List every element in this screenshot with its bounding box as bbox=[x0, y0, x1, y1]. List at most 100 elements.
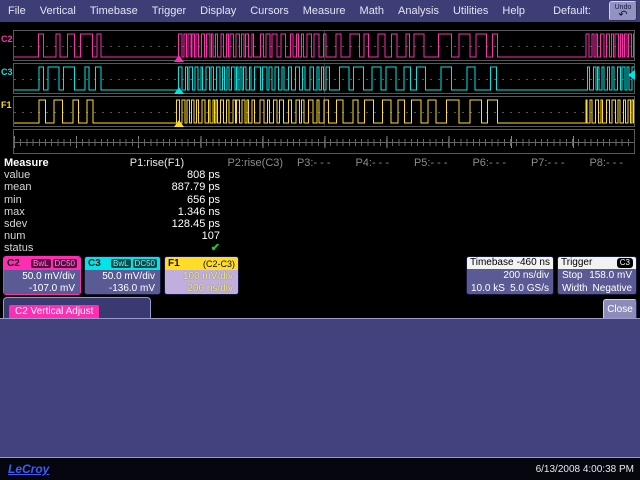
menu-math[interactable]: Math bbox=[360, 5, 384, 17]
c3-descriptor-box[interactable]: C3 BwL DC50 50.0 mV/div -136.0 mV bbox=[84, 256, 161, 295]
grid-c3 bbox=[13, 63, 635, 94]
menu-bar: File Vertical Timebase Trigger Display C… bbox=[0, 0, 640, 22]
trace-label-f1: F1 bbox=[1, 100, 12, 110]
c2-vdiv: 50.0 mV/div bbox=[6, 271, 75, 283]
vertical-adjust-dialog: Trace On ✔ Volts/div 50.0 mV Variable Ga… bbox=[0, 318, 640, 458]
measure-column-p2[interactable]: P2:rise(C3) bbox=[226, 157, 285, 254]
f1-descriptor-values: 100 mV/div 200 ns/div bbox=[165, 270, 238, 295]
c2-trigger-position-marker-icon[interactable] bbox=[174, 55, 184, 62]
c2-offset: -107.0 mV bbox=[6, 283, 75, 295]
datetime-display: 6/13/2008 4:00:38 PM bbox=[536, 464, 634, 475]
row-label-status: status bbox=[4, 242, 94, 254]
c3-waveform bbox=[14, 64, 634, 93]
menu-help[interactable]: Help bbox=[502, 5, 525, 17]
menu-cursors[interactable]: Cursors bbox=[250, 5, 289, 17]
c3-descriptor-header: C3 BwL DC50 bbox=[85, 257, 160, 270]
trigger-header: Trigger C3 bbox=[558, 257, 636, 269]
p2-header: P2:rise(C3) bbox=[226, 157, 285, 169]
f1-trigger-position-marker-icon[interactable] bbox=[174, 120, 184, 127]
timebase-delay: -460 ns bbox=[517, 257, 550, 269]
tab-c2-vertical-adjust[interactable]: C2 Vertical Adjust bbox=[3, 297, 151, 318]
timebase-title: Timebase bbox=[470, 257, 514, 269]
measure-column-p1[interactable]: P1:rise(F1) 808 ps 887.79 ps 656 ps 1.34… bbox=[94, 157, 226, 254]
bwl-badge: BwL bbox=[111, 259, 131, 268]
c3-trigger-position-marker-icon[interactable] bbox=[174, 87, 184, 94]
f1-descriptor-box[interactable]: F1 (C2-C3) 100 mV/div 200 ns/div bbox=[164, 256, 239, 295]
status-bar: LeCroy 6/13/2008 4:00:38 PM bbox=[0, 458, 640, 480]
f1-id: F1 bbox=[168, 258, 180, 269]
grid-c2 bbox=[13, 30, 635, 61]
menu-display[interactable]: Display bbox=[200, 5, 236, 17]
trigger-type: Width bbox=[562, 282, 588, 295]
measure-row-labels: Measure value mean min max sdev num stat… bbox=[2, 157, 94, 254]
c2-descriptor-header: C2 BwL DC50 bbox=[4, 257, 80, 270]
p3-header: P3:- - - bbox=[285, 157, 344, 169]
grid-timebase bbox=[13, 129, 635, 154]
close-button[interactable]: Close bbox=[603, 299, 637, 320]
timebase-descriptor-box[interactable]: Timebase -460 ns 200 ns/div 10.0 kS 5.0 … bbox=[466, 256, 554, 295]
c2-descriptor-box[interactable]: C2 BwL DC50 50.0 mV/div -107.0 mV bbox=[3, 256, 81, 295]
trigger-title: Trigger bbox=[561, 257, 592, 269]
row-label-max: max bbox=[4, 206, 94, 218]
menu-vertical[interactable]: Vertical bbox=[40, 5, 76, 17]
menu-analysis[interactable]: Analysis bbox=[398, 5, 439, 17]
f1-source: (C2-C3) bbox=[203, 259, 235, 269]
timebase-header: Timebase -460 ns bbox=[467, 257, 553, 269]
p1-sdev: 128.45 ps bbox=[94, 218, 220, 230]
row-label-min: min bbox=[4, 194, 94, 206]
f1-tdiv: 200 ns/div bbox=[167, 283, 233, 295]
tab-label: C2 Vertical Adjust bbox=[9, 305, 99, 319]
measure-corner-label: Measure bbox=[4, 157, 94, 169]
timebase-samples: 10.0 kS bbox=[471, 282, 505, 295]
trigger-slope: Negative bbox=[593, 282, 632, 295]
f1-descriptor-header: F1 (C2-C3) bbox=[165, 257, 238, 270]
timebase-scale: 200 ns/div bbox=[471, 269, 549, 282]
menu-trigger[interactable]: Trigger bbox=[152, 5, 186, 17]
measure-column-p6[interactable]: P6:- - - bbox=[460, 157, 519, 254]
timebase-rate: 5.0 GS/s bbox=[510, 282, 549, 295]
trigger-level-marker-icon[interactable] bbox=[628, 70, 635, 80]
p1-min: 656 ps bbox=[94, 194, 220, 206]
trigger-values: Stop 158.0 mV Width Negative bbox=[558, 269, 636, 295]
p7-header: P7:- - - bbox=[519, 157, 578, 169]
c2-descriptor-values: 50.0 mV/div -107.0 mV bbox=[4, 270, 80, 295]
grid-f1 bbox=[13, 96, 635, 127]
c3-offset: -136.0 mV bbox=[87, 283, 155, 295]
measure-column-p5[interactable]: P5:- - - bbox=[402, 157, 461, 254]
p5-header: P5:- - - bbox=[402, 157, 461, 169]
menu-measure[interactable]: Measure bbox=[303, 5, 346, 17]
p6-header: P6:- - - bbox=[460, 157, 519, 169]
row-label-mean: mean bbox=[4, 181, 94, 193]
c2-id: C2 bbox=[7, 258, 20, 269]
menu-file[interactable]: File bbox=[8, 5, 26, 17]
bwl-badge: BwL bbox=[31, 259, 51, 268]
measure-table: Measure value mean min max sdev num stat… bbox=[2, 157, 638, 254]
lecroy-logo: LeCroy bbox=[8, 462, 49, 476]
f1-waveform bbox=[14, 97, 634, 126]
trigger-mode: Stop bbox=[562, 269, 583, 282]
row-label-sdev: sdev bbox=[4, 218, 94, 230]
dc50-badge: DC50 bbox=[53, 259, 77, 268]
measure-column-p7[interactable]: P7:- - - bbox=[519, 157, 578, 254]
p8-header: P8:- - - bbox=[577, 157, 636, 169]
dc50-badge: DC50 bbox=[133, 259, 157, 268]
p1-max: 1.346 ns bbox=[94, 206, 220, 218]
undo-icon: ↶ bbox=[610, 11, 636, 20]
menu-utilities[interactable]: Utilities bbox=[453, 5, 488, 17]
trigger-descriptor-box[interactable]: Trigger C3 Stop 158.0 mV Width Negative bbox=[557, 256, 637, 295]
c2-waveform bbox=[14, 31, 634, 60]
p1-mean: 887.79 ps bbox=[94, 181, 220, 193]
measure-column-p4[interactable]: P4:- - - bbox=[343, 157, 402, 254]
p1-status-check-icon: ✔ bbox=[94, 242, 220, 254]
default-label: Default: bbox=[553, 5, 591, 17]
p4-header: P4:- - - bbox=[343, 157, 402, 169]
measure-column-p3[interactable]: P3:- - - bbox=[285, 157, 344, 254]
c3-vdiv: 50.0 mV/div bbox=[87, 271, 155, 283]
undo-button[interactable]: Undo ↶ bbox=[609, 1, 637, 21]
timebase-values: 200 ns/div 10.0 kS 5.0 GS/s bbox=[467, 269, 553, 295]
trace-label-c2: C2 bbox=[1, 34, 13, 44]
menu-timebase[interactable]: Timebase bbox=[90, 5, 138, 17]
row-label-num: num bbox=[4, 230, 94, 242]
trigger-level: 158.0 mV bbox=[589, 269, 632, 282]
measure-column-p8[interactable]: P8:- - - bbox=[577, 157, 636, 254]
